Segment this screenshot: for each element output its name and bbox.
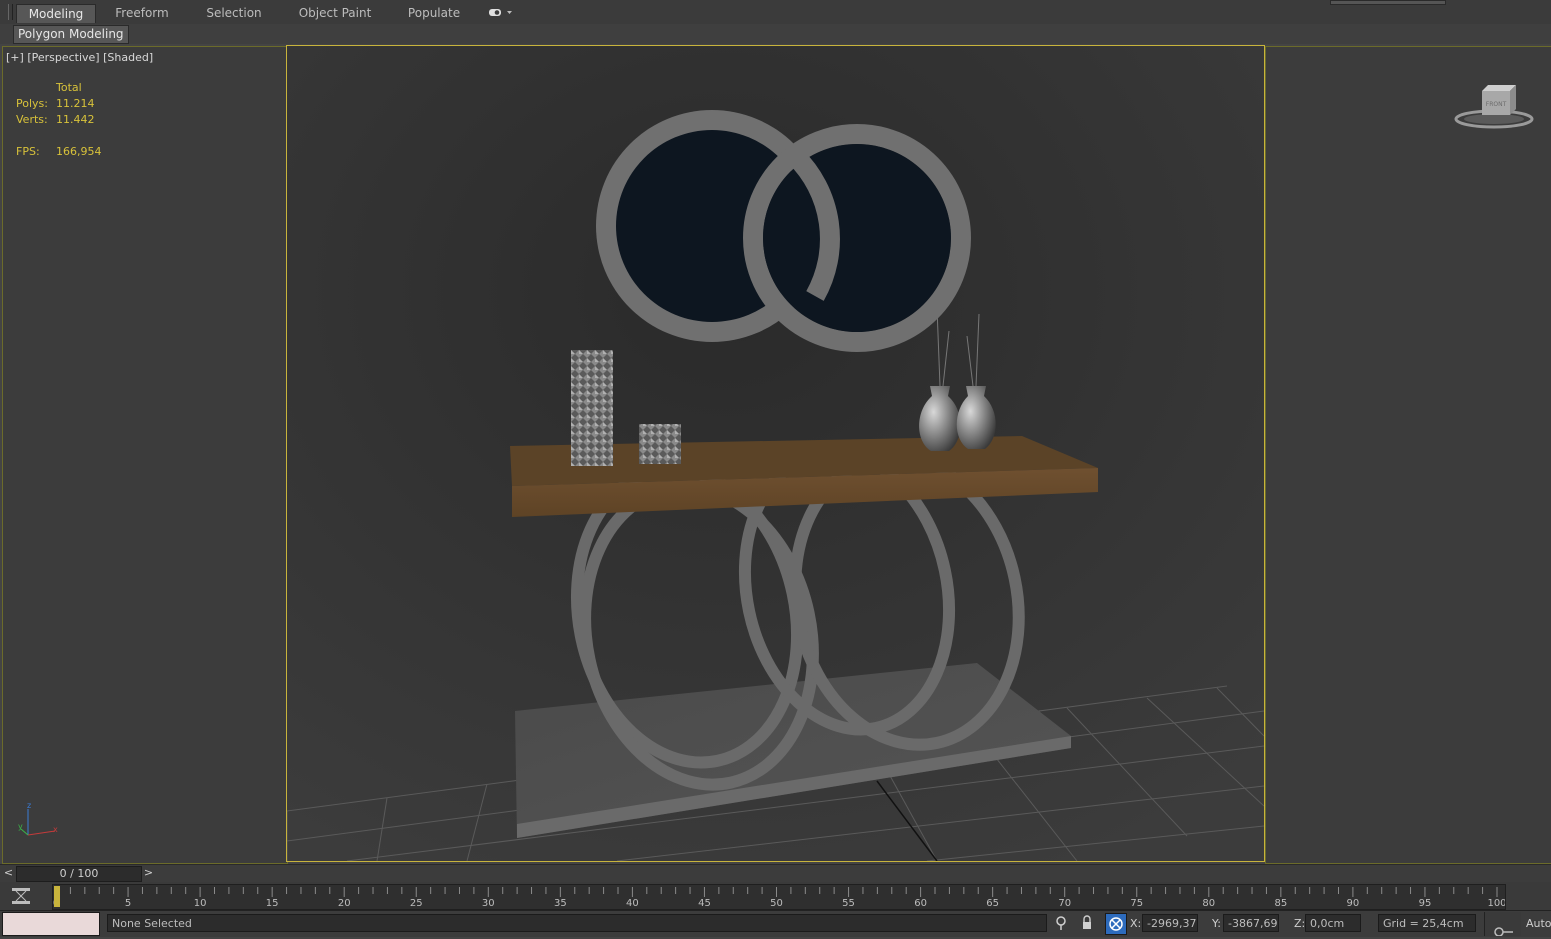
viewport-menu-plus[interactable]: [+] <box>6 51 24 64</box>
axis-label-x: x <box>53 825 58 834</box>
ribbon-panel: Polygon Modeling <box>0 24 1551 45</box>
isolate-selection-button[interactable] <box>1054 914 1068 932</box>
stats-fps-label: FPS: <box>16 145 40 158</box>
tab-object-paint[interactable]: Object Paint <box>292 4 378 22</box>
timeline-ticks: 0510152025303540455055606570758085909510… <box>53 887 1507 909</box>
absolute-mode-transform-toggle[interactable] <box>1105 913 1127 935</box>
stats-verts-value: 11.442 <box>56 113 95 126</box>
mini-curve-editor-toggle[interactable] <box>10 886 32 906</box>
time-prev-button[interactable]: < <box>2 866 15 880</box>
ribbon-options-dropdown[interactable] <box>488 7 514 19</box>
timeline-tick-label: 65 <box>986 898 999 909</box>
toggle-icon <box>489 9 512 16</box>
viewcube-face-label: FRONT <box>1486 101 1507 108</box>
stats-polys-value: 11.214 <box>56 97 95 110</box>
tab-populate[interactable]: Populate <box>398 4 470 22</box>
viewport-right[interactable]: FRONT <box>1265 46 1551 864</box>
set-key-button[interactable] <box>1484 912 1521 937</box>
timeline-tick-label: 5 <box>125 898 131 909</box>
timeline-tick-label: 10 <box>194 898 207 909</box>
timeline-tick-label: 60 <box>914 898 927 909</box>
y-label: Y: <box>1212 917 1221 930</box>
transform-mode-icon <box>1109 917 1123 931</box>
x-label: X: <box>1130 917 1142 930</box>
search-field-edge[interactable] <box>1330 0 1446 5</box>
timeline-tick-label: 85 <box>1274 898 1287 909</box>
axis-label-z: z <box>27 801 31 810</box>
axis-tripod-icon: z y x <box>15 799 63 841</box>
axis-label-y: y <box>18 822 23 831</box>
timeline-tick-label: 20 <box>338 898 351 909</box>
mirrors <box>596 110 971 352</box>
timeline-tick-label: 80 <box>1202 898 1215 909</box>
timeline-tick-label: 95 <box>1419 898 1432 909</box>
timeline-tick-label: 30 <box>482 898 495 909</box>
time-next-button[interactable]: > <box>142 866 155 880</box>
scene-render <box>287 46 1264 861</box>
ribbon-tab-bar: Modeling Freeform Selection Object Paint… <box>0 0 1551 25</box>
timeline-ruler[interactable]: 0510152025303540455055606570758085909510… <box>52 884 1507 910</box>
viewport-point-of-view[interactable]: [Perspective] <box>27 51 99 64</box>
viewcube-icon[interactable]: FRONT <box>1452 81 1536 131</box>
timeline-tick-label: 35 <box>554 898 567 909</box>
stats-total-label: Total <box>56 81 82 94</box>
timeline-tick-label: 70 <box>1058 898 1071 909</box>
viewport-left[interactable]: [+] [Perspective] [Shaded] Total Polys: … <box>2 46 288 864</box>
y-coordinate-field[interactable]: -3867,691cm <box>1223 914 1279 932</box>
timeline-tick-label: 90 <box>1347 898 1360 909</box>
tab-selection[interactable]: Selection <box>196 4 272 22</box>
ribbon-grip[interactable] <box>8 4 13 20</box>
lock-icon <box>1083 915 1091 929</box>
x-coordinate-field[interactable]: -2969,37cm <box>1142 914 1198 932</box>
timeline-tick-label: 45 <box>698 898 711 909</box>
polygon-modeling-button[interactable]: Polygon Modeling <box>13 25 129 44</box>
auto-key-button[interactable]: Auto <box>1526 917 1551 930</box>
stats-polys-label: Polys: <box>16 97 48 110</box>
key-icon <box>1494 927 1513 937</box>
timeline-tick-label: 40 <box>626 898 639 909</box>
z-label: Z: <box>1294 917 1306 930</box>
z-coordinate-field[interactable]: 0,0cm <box>1305 914 1361 932</box>
timeline-tick-label: 50 <box>770 898 783 909</box>
selection-status: None Selected <box>107 914 1047 932</box>
viewport-shading-mode[interactable]: [Shaded] <box>103 51 153 64</box>
bulb-icon <box>1056 916 1066 930</box>
timeline-tick-label: 75 <box>1130 898 1143 909</box>
curve-editor-icon <box>12 888 30 904</box>
timeline-tick-label: 25 <box>410 898 423 909</box>
timeline-tick-label: 55 <box>842 898 855 909</box>
time-slider-thumb[interactable]: 0 / 100 <box>16 866 142 882</box>
timeline-tick-label: 15 <box>266 898 279 909</box>
maxscript-listener[interactable] <box>2 912 100 936</box>
active-viewport[interactable] <box>286 45 1265 862</box>
time-cursor[interactable] <box>54 886 60 907</box>
tab-modeling[interactable]: Modeling <box>16 4 96 23</box>
stats-verts-label: Verts: <box>16 113 48 126</box>
selection-lock-toggle[interactable] <box>1080 914 1094 932</box>
viewport-label: [+] [Perspective] [Shaded] <box>6 51 153 64</box>
timeline-tick-label: 100 <box>1487 898 1505 909</box>
grid-size-display: Grid = 25,4cm <box>1378 914 1476 932</box>
time-slider: < 0 / 100 > <box>0 864 1551 883</box>
tab-freeform[interactable]: Freeform <box>104 4 180 22</box>
stats-fps-value: 166,954 <box>56 145 102 158</box>
